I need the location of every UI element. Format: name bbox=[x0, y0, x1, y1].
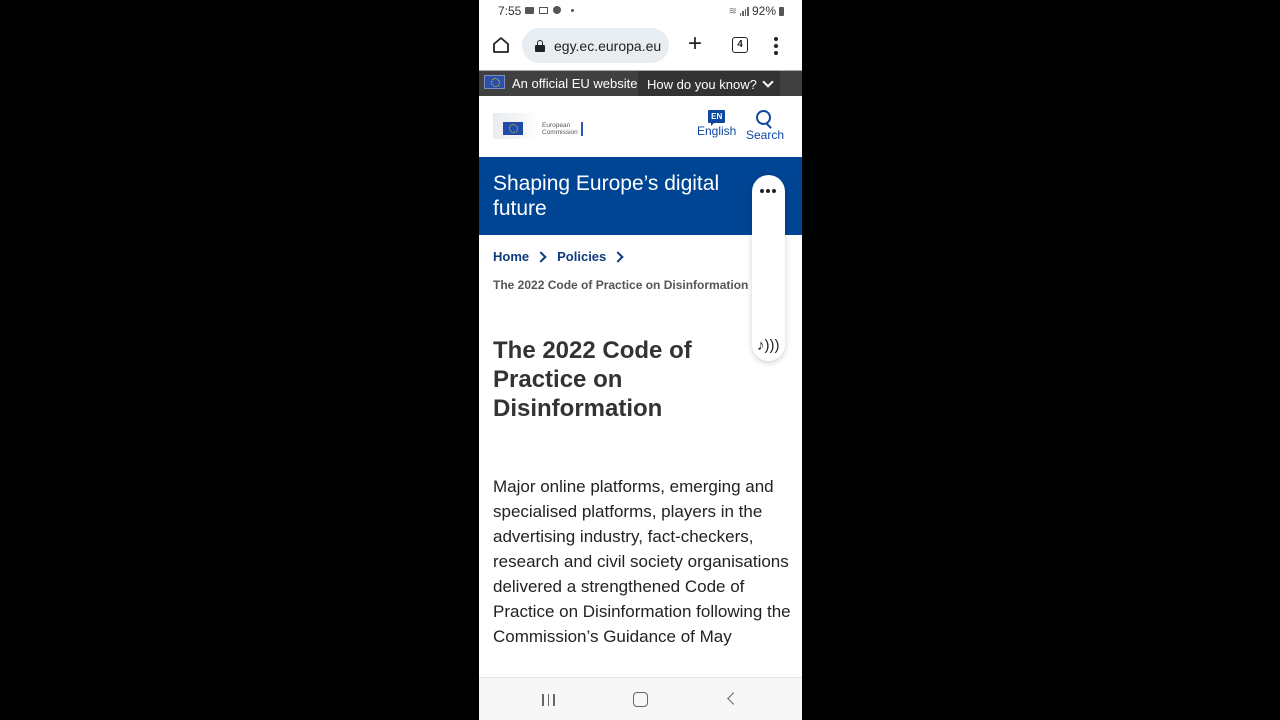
breadcrumb-current: The 2022 Code of Practice on Disinformat… bbox=[493, 278, 749, 292]
battery-icon bbox=[779, 6, 784, 16]
language-button[interactable]: EN English bbox=[697, 110, 736, 138]
address-bar[interactable]: egy.ec.europa.eu bbox=[522, 28, 669, 63]
browser-menu-icon[interactable] bbox=[774, 37, 778, 55]
breadcrumb: Home Policies bbox=[493, 249, 634, 264]
chevron-down-icon bbox=[762, 76, 774, 88]
status-bar: 7:55 ≋ 92% bbox=[479, 0, 802, 22]
intro-paragraph: Major online platforms, emerging and spe… bbox=[493, 477, 791, 646]
chevron-right-icon bbox=[612, 250, 624, 263]
logo-text-line1: European bbox=[542, 122, 571, 129]
logo-text-line2: Commission bbox=[542, 129, 578, 136]
how-do-you-know-label: How do you know? bbox=[647, 76, 757, 92]
european-commission-logo[interactable]: European Commission bbox=[493, 113, 585, 139]
read-aloud-icon[interactable]: ♪))) bbox=[757, 337, 780, 354]
how-do-you-know-button[interactable]: How do you know? bbox=[638, 71, 780, 97]
more-dot-icon bbox=[571, 8, 574, 12]
recents-button[interactable] bbox=[542, 694, 555, 706]
phone-screen: 7:55 ≋ 92% egy.ec.europa.eu + 4 An offic… bbox=[479, 0, 802, 720]
app-icon bbox=[553, 6, 561, 14]
eu-flag-icon bbox=[503, 122, 523, 135]
home-nav-button[interactable] bbox=[633, 692, 648, 707]
android-nav-bar bbox=[479, 677, 802, 720]
floating-toolbar: ♪))) bbox=[752, 175, 785, 361]
site-header: European Commission EN English Search bbox=[479, 96, 802, 157]
site-name[interactable]: Shaping Europe’s digital future bbox=[493, 171, 743, 221]
browser-toolbar: egy.ec.europa.eu + 4 bbox=[479, 22, 802, 71]
signal-icon bbox=[739, 6, 749, 16]
home-icon[interactable] bbox=[491, 35, 511, 55]
new-tab-button[interactable]: + bbox=[688, 32, 702, 56]
wifi-icon: ≋ bbox=[728, 5, 737, 17]
gmail-icon bbox=[539, 6, 548, 14]
lock-icon bbox=[535, 39, 545, 52]
eu-flag-icon bbox=[484, 75, 505, 89]
tab-switcher-button[interactable]: 4 bbox=[732, 37, 748, 53]
chevron-right-icon bbox=[535, 250, 547, 263]
breadcrumb-policies[interactable]: Policies bbox=[557, 249, 606, 264]
language-icon: EN bbox=[708, 110, 726, 126]
back-button[interactable] bbox=[727, 692, 740, 705]
notification-icons bbox=[525, 6, 574, 14]
url-text: egy.ec.europa.eu bbox=[554, 37, 662, 54]
official-eu-text: An official EU website bbox=[512, 76, 638, 91]
search-icon bbox=[755, 110, 771, 125]
page-title: The 2022 Code of Practice on Disinformat… bbox=[493, 337, 692, 422]
breadcrumb-home[interactable]: Home bbox=[493, 249, 529, 264]
search-button[interactable]: Search bbox=[746, 110, 784, 142]
status-time: 7:55 bbox=[498, 4, 522, 18]
youtube-icon bbox=[525, 6, 534, 14]
eu-official-banner: An official EU website How do you know? bbox=[479, 71, 802, 97]
search-label: Search bbox=[746, 128, 785, 142]
language-label: English bbox=[697, 124, 737, 138]
battery-percent: 92% bbox=[751, 4, 776, 18]
status-right: ≋ 92% bbox=[729, 4, 784, 18]
more-options-icon[interactable] bbox=[760, 189, 776, 193]
